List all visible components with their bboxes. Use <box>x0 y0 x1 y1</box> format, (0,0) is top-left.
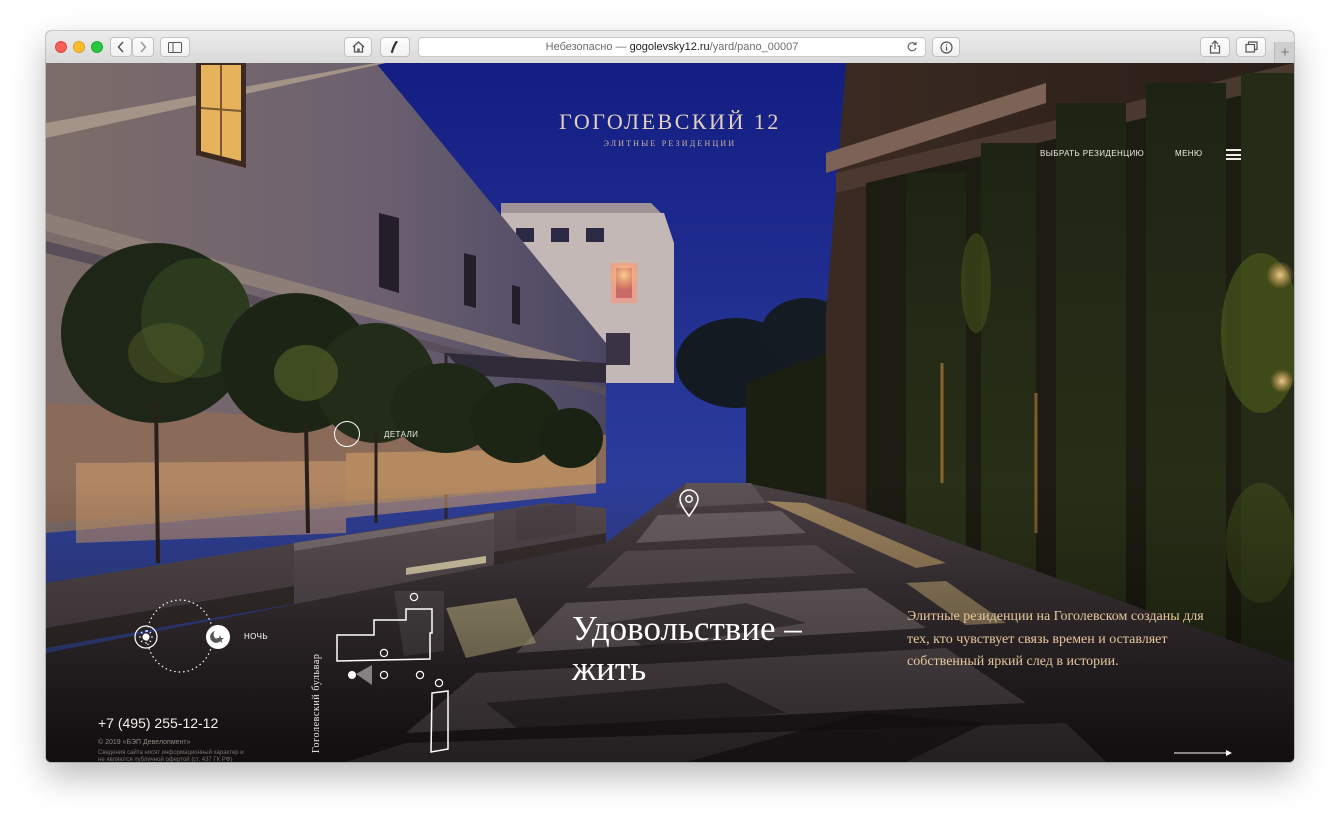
info-icon <box>939 40 953 54</box>
menu-link[interactable]: МЕНЮ <box>1175 149 1202 158</box>
back-button[interactable] <box>110 37 132 57</box>
lumen-extension-icon <box>390 41 398 53</box>
moon-stars-icon <box>206 625 230 649</box>
hero-headline-line2: жить <box>572 649 647 688</box>
address-bar[interactable]: Небезопасно — gogolevsky12.ru/yard/pano_… <box>418 37 926 57</box>
new-tab-button[interactable]: + <box>1274 42 1294 63</box>
hero-headline-line1: Удовольствие – <box>572 609 802 648</box>
choose-residence-link[interactable]: ВЫБРАТЬ РЕЗИДЕНЦИЮ <box>1040 149 1144 158</box>
forward-button[interactable] <box>132 37 154 57</box>
close-window-button[interactable] <box>55 41 67 53</box>
brand-logo-subtitle: ЭЛИТНЫЕ РЕЗИДЕНЦИИ <box>603 139 737 148</box>
chevron-right-icon <box>140 41 147 53</box>
share-icon <box>1209 40 1221 54</box>
home-icon <box>352 41 364 53</box>
page-info-button[interactable] <box>932 37 960 57</box>
hero-description: Элитные резиденции на Гоголевском создан… <box>907 609 1204 669</box>
tabs-icon <box>1244 41 1258 53</box>
map-pin-icon[interactable] <box>678 488 700 518</box>
sun-icon <box>134 625 158 649</box>
extension-button[interactable] <box>380 37 410 57</box>
phone-number-link[interactable]: +7 (495) 255-12-12 <box>98 715 218 731</box>
url-path: /yard/pano_00007 <box>709 41 799 53</box>
brand-logo-title[interactable]: ГОГОЛЕВСКИЙ 12 <box>46 109 1294 135</box>
day-night-switch[interactable] <box>130 597 240 677</box>
sidebar-icon <box>168 41 182 53</box>
next-arrow-icon[interactable] <box>1174 748 1234 758</box>
share-button[interactable] <box>1200 37 1230 57</box>
street-name-vertical: Гоголевский бульвар <box>311 653 322 753</box>
details-hotspot-label[interactable]: ДЕТАЛИ <box>384 430 418 439</box>
browser-toolbar: Небезопасно — gogolevsky12.ru/yard/pano_… <box>46 31 1294 64</box>
copyright-text: © 2019 «БЭП Девелопмент» <box>98 739 191 746</box>
reload-icon[interactable] <box>906 41 918 53</box>
hero-headline: Удовольствие – жить <box>572 609 912 689</box>
browser-window: Небезопасно — gogolevsky12.ru/yard/pano_… <box>46 31 1294 762</box>
tab-overview-button[interactable] <box>1236 37 1266 57</box>
sidebar-button[interactable] <box>160 37 190 57</box>
zoom-window-button[interactable] <box>91 41 103 53</box>
home-button[interactable] <box>344 37 372 57</box>
details-hotspot-ring[interactable] <box>334 421 360 447</box>
web-page: ГОГОЛЕВСКИЙ 12 ЭЛИТНЫЕ РЕЗИДЕНЦИИ ВЫБРАТ… <box>46 63 1294 762</box>
legal-disclaimer: Сведения сайта носят информационный хара… <box>98 750 244 762</box>
minimize-window-button[interactable] <box>73 41 85 53</box>
site-plan-map[interactable] <box>334 591 474 761</box>
chevron-left-icon <box>117 41 124 53</box>
hamburger-menu-icon[interactable] <box>1226 149 1241 160</box>
url-domain: gogolevsky12.ru <box>629 41 710 53</box>
url-security-prefix: Небезопасно — <box>545 41 630 53</box>
night-mode-label[interactable]: НОЧЬ <box>244 632 268 641</box>
